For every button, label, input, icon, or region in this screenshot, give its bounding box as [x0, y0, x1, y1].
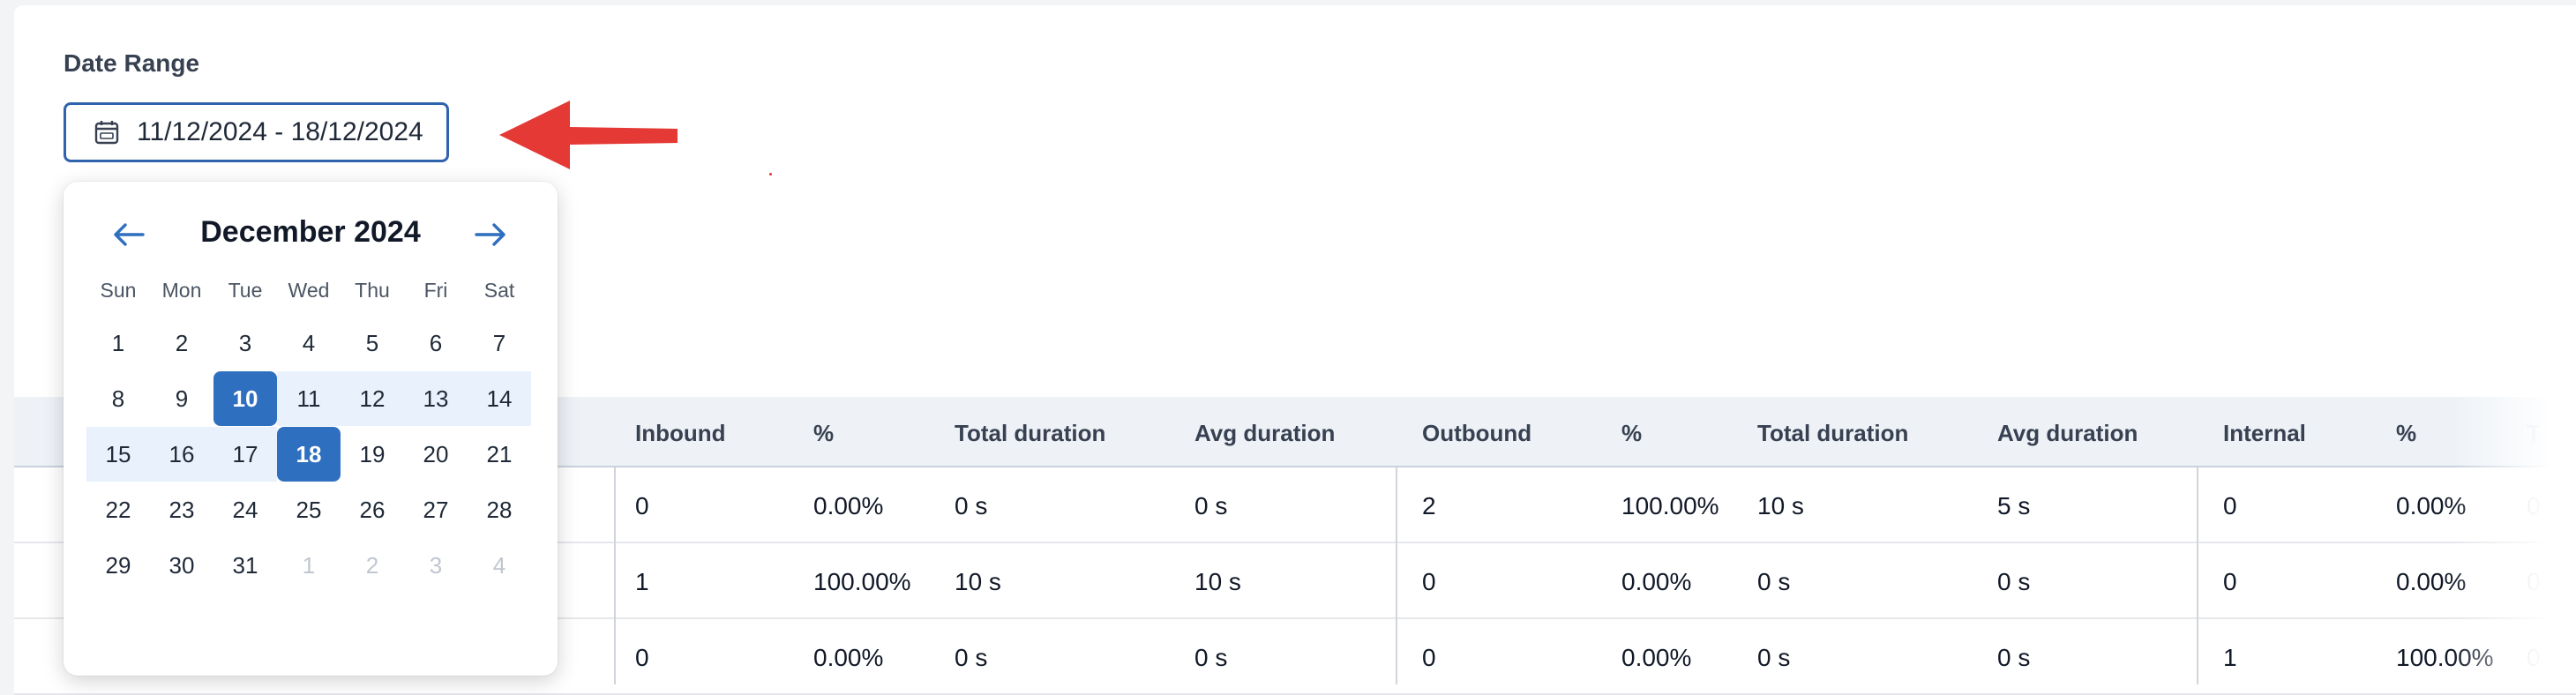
column-divider: [2197, 467, 2198, 684]
calendar-day[interactable]: 16: [150, 427, 213, 482]
scroll-fade: [2452, 397, 2576, 684]
calendar-day[interactable]: 31: [213, 538, 277, 593]
table-cell: 0.00%: [813, 492, 884, 519]
date-picker-popup: December 2024 Sun Mon Tue Wed Thu Fri Sat 1234…: [64, 182, 558, 676]
next-month-button[interactable]: [471, 215, 510, 254]
red-dot-mark: [769, 173, 772, 176]
weekday-label: Sat: [483, 279, 515, 302]
calendar-day[interactable]: 18: [277, 427, 341, 482]
table-cell: 0 s: [1997, 568, 2031, 595]
table-cell: 0: [2223, 568, 2237, 595]
table-cell: 10 s: [1194, 568, 1241, 595]
column-header[interactable]: %: [813, 420, 834, 447]
column-header[interactable]: Total duration: [955, 420, 1105, 447]
table-cell: 0: [1422, 644, 1436, 671]
red-arrow-annotation: [499, 101, 678, 169]
table-cell: 0: [2223, 492, 2237, 519]
calendar-day[interactable]: 4: [277, 316, 341, 370]
table-cell: 1: [635, 568, 649, 595]
table-cell: 5 s: [1997, 492, 2031, 519]
calendar-day[interactable]: 9: [150, 371, 213, 426]
calendar-day[interactable]: 29: [86, 538, 150, 593]
weekday-label: Tue: [228, 279, 263, 302]
calendar-day[interactable]: 20: [404, 427, 468, 482]
table-cell: 10 s: [955, 568, 1001, 595]
calendar-day[interactable]: 3: [213, 316, 277, 370]
calendar-day[interactable]: 11: [277, 371, 341, 426]
column-header[interactable]: Avg duration: [1997, 420, 2138, 447]
calendar-day[interactable]: 15: [86, 427, 150, 482]
weekday-label: Mon: [161, 279, 202, 302]
calendar-day[interactable]: 8: [86, 371, 150, 426]
calendar-day[interactable]: 19: [341, 427, 404, 482]
column-header[interactable]: Internal: [2223, 420, 2306, 447]
weekday-label: Sun: [100, 279, 137, 302]
column-header[interactable]: %: [1621, 420, 1642, 447]
calendar-day[interactable]: 30: [150, 538, 213, 593]
calendar-day[interactable]: 28: [468, 482, 531, 537]
calendar-day[interactable]: 17: [213, 427, 277, 482]
table-cell: 0.00%: [813, 644, 884, 671]
table-cell: 10 s: [1757, 492, 1804, 519]
column-header[interactable]: Inbound: [635, 420, 726, 447]
table-cell: 0: [1422, 568, 1436, 595]
calendar-day: 3: [429, 551, 443, 579]
table-cell: 0 s: [955, 644, 988, 671]
table-cell: 0 s: [1757, 568, 1791, 595]
date-range-input[interactable]: 11/12/2024 - 18/12/2024: [64, 102, 449, 162]
arrow-right-icon: [475, 223, 505, 246]
calendar-day[interactable]: 23: [150, 482, 213, 537]
page: Date Range 11/12/2024 - 18/12/2024 Inbou…: [0, 0, 2576, 695]
table-cell: 0: [635, 492, 649, 519]
calendar-day[interactable]: 2: [150, 316, 213, 370]
calendar-day[interactable]: 26: [341, 482, 404, 537]
date-range-label: Date Range: [64, 49, 200, 77]
table-cell: 0 s: [1194, 644, 1228, 671]
calendar-icon: [93, 118, 121, 146]
table-cell: 0.00%: [1621, 568, 1692, 595]
calendar-day[interactable]: 25: [277, 482, 341, 537]
weekday-label: Thu: [355, 279, 390, 302]
calendar-day[interactable]: 1: [86, 316, 150, 370]
column-divider: [614, 467, 616, 684]
weekday-label: Wed: [288, 279, 330, 302]
column-header[interactable]: Outbound: [1422, 420, 1531, 447]
calendar-day[interactable]: 24: [213, 482, 277, 537]
calendar-day[interactable]: 13: [404, 371, 468, 426]
table-cell: 100.00%: [813, 568, 911, 595]
calendar-day: 1: [302, 551, 316, 579]
table-cell: 2: [1422, 492, 1436, 519]
table-cell: 0.00%: [1621, 644, 1692, 671]
table-cell: 0 s: [1757, 644, 1791, 671]
calendar-day[interactable]: 14: [468, 371, 531, 426]
table-cell: 0 s: [1194, 492, 1228, 519]
calendar-day[interactable]: 5: [341, 316, 404, 370]
calendar-day[interactable]: 12: [341, 371, 404, 426]
table-cell: 0 s: [955, 492, 988, 519]
date-range-value: 11/12/2024 - 18/12/2024: [137, 117, 423, 146]
table-cell: 0 s: [1997, 644, 2031, 671]
calendar-day: 4: [492, 551, 506, 579]
calendar-day[interactable]: 21: [468, 427, 531, 482]
calendar-day: 2: [365, 551, 379, 579]
column-divider: [1396, 467, 1397, 684]
calendar-day[interactable]: 6: [404, 316, 468, 370]
calendar-day[interactable]: 27: [404, 482, 468, 537]
table-cell: 0: [635, 644, 649, 671]
table-cell: 1: [2223, 644, 2237, 671]
column-header[interactable]: Total duration: [1757, 420, 1908, 447]
calendar-day[interactable]: 10: [213, 371, 277, 426]
calendar-day[interactable]: 22: [86, 482, 150, 537]
table-cell: 100.00%: [1621, 492, 1719, 519]
weekday-label: Fri: [423, 279, 448, 302]
calendar-day[interactable]: 7: [468, 316, 531, 370]
column-header[interactable]: %: [2396, 420, 2416, 447]
column-header[interactable]: Avg duration: [1194, 420, 1335, 447]
